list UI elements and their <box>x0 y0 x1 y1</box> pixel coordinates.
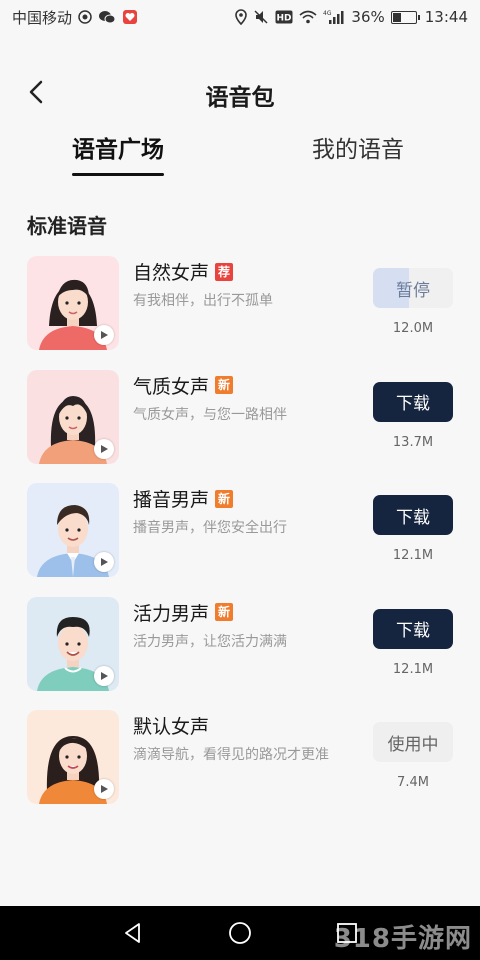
clock: 13:44 <box>424 8 468 26</box>
play-icon <box>101 331 108 339</box>
voice-name-row: 气质女声 新 <box>133 372 234 399</box>
watermark: 318手游网 <box>333 924 472 954</box>
play-button[interactable] <box>94 325 114 345</box>
voice-name: 气质女声 <box>133 375 210 398</box>
play-icon <box>101 785 108 793</box>
tab-active-indicator <box>72 173 164 176</box>
voice-name-row: 默认女声 <box>133 712 209 739</box>
wifi-icon <box>299 10 317 24</box>
voice-item: 自然女声 荐 有我相伴，出行不孤单 暂停 12.0M <box>0 256 480 370</box>
voice-description: 播音男声，伴您安全出行 <box>133 520 287 536</box>
tab-label: 语音广场 <box>72 137 164 163</box>
voice-list: 自然女声 荐 有我相伴，出行不孤单 暂停 12.0M 气质女声 新 气质女声，与… <box>0 256 480 824</box>
status-right: HD 4G 36% 13:44 <box>235 8 468 26</box>
download-button[interactable]: 下载 <box>373 381 453 422</box>
svg-text:HD: HD <box>277 14 292 24</box>
play-button[interactable] <box>94 665 114 686</box>
battery-icon <box>390 10 420 24</box>
voice-item: 播音男声 新 播音男声，伴您安全出行 下载 12.1M <box>0 483 480 597</box>
app-notification-icon <box>122 9 138 25</box>
file-size: 12.1M <box>392 661 434 677</box>
nav-home-button[interactable] <box>225 918 255 948</box>
play-button[interactable] <box>94 552 114 572</box>
hd-icon: HD <box>275 10 293 24</box>
tab-bar: 语音广场 我的语音 <box>0 130 480 176</box>
system-nav-bar: 318手游网 <box>0 906 480 960</box>
file-size: 12.0M <box>392 321 434 336</box>
pause-label: 暂停 <box>396 280 430 301</box>
voice-item: 默认女声 滴滴导航，看得见的路况才更准 使用中 7.4M <box>0 710 480 824</box>
status-bar: 中国移动 HD 4G 36% 13:44 <box>0 0 480 34</box>
page-title: 语音包 <box>205 85 275 111</box>
status-left: 中国移动 <box>12 7 138 28</box>
avatar[interactable] <box>27 710 119 804</box>
download-button[interactable]: 下载 <box>373 608 453 649</box>
play-button[interactable] <box>94 438 114 459</box>
network-badge: 4G <box>323 10 332 17</box>
avatar[interactable] <box>27 483 119 577</box>
tab-my-voice[interactable]: 我的语音 <box>312 130 404 170</box>
carrier-label: 中国移动 <box>12 8 73 27</box>
battery-percent: 36% <box>351 8 385 26</box>
voice-item: 气质女声 新 气质女声，与您一路相伴 下载 13.7M <box>0 369 480 484</box>
voice-name: 播音男声 <box>133 489 210 511</box>
voice-description: 有我相伴，出行不孤单 <box>133 293 273 309</box>
avatar[interactable] <box>27 596 119 691</box>
battery-fill <box>392 12 401 22</box>
voice-description: 活力男声，让您活力满满 <box>133 633 287 650</box>
recommend-badge: 荐 <box>215 262 234 281</box>
pause-button[interactable]: 暂停 <box>373 268 453 308</box>
circle-home-icon <box>229 922 251 944</box>
header: 语音包 <box>0 70 480 114</box>
new-badge: 新 <box>215 489 234 508</box>
voice-name-row: 自然女声 荐 <box>133 258 234 285</box>
new-badge: 新 <box>215 376 234 394</box>
avatar[interactable] <box>27 256 119 350</box>
voice-description: 气质女声，与您一路相伴 <box>133 406 287 423</box>
section-title: 标准语音 <box>27 214 107 238</box>
play-icon <box>101 444 108 453</box>
play-icon <box>101 558 108 566</box>
voice-name: 活力男声 <box>133 602 210 625</box>
voice-name: 自然女声 <box>133 262 210 284</box>
wechat-icon <box>98 10 116 24</box>
new-badge: 新 <box>215 603 234 621</box>
play-icon <box>101 671 108 680</box>
location-icon <box>235 9 248 25</box>
nav-back-button[interactable] <box>118 918 148 948</box>
voice-item: 活力男声 新 活力男声，让您活力满满 下载 12.1M <box>0 596 480 711</box>
in-use-button[interactable]: 使用中 <box>373 722 453 762</box>
tab-label: 我的语音 <box>312 137 404 163</box>
voice-name-row: 播音男声 新 <box>133 485 234 512</box>
file-size: 13.7M <box>392 434 434 450</box>
notification-icon <box>78 10 92 24</box>
tab-voice-square[interactable]: 语音广场 <box>72 130 164 176</box>
play-button[interactable] <box>94 779 114 799</box>
voice-name: 默认女声 <box>133 716 210 738</box>
triangle-back-icon <box>125 923 140 943</box>
file-size: 7.4M <box>397 775 429 790</box>
mute-icon <box>253 9 269 25</box>
file-size: 12.1M <box>392 548 434 563</box>
voice-description: 滴滴导航，看得见的路况才更准 <box>133 747 329 763</box>
download-button[interactable]: 下载 <box>373 495 453 535</box>
voice-name-row: 活力男声 新 <box>133 599 234 626</box>
avatar[interactable] <box>27 369 119 464</box>
signal-icon: 4G <box>323 9 345 25</box>
